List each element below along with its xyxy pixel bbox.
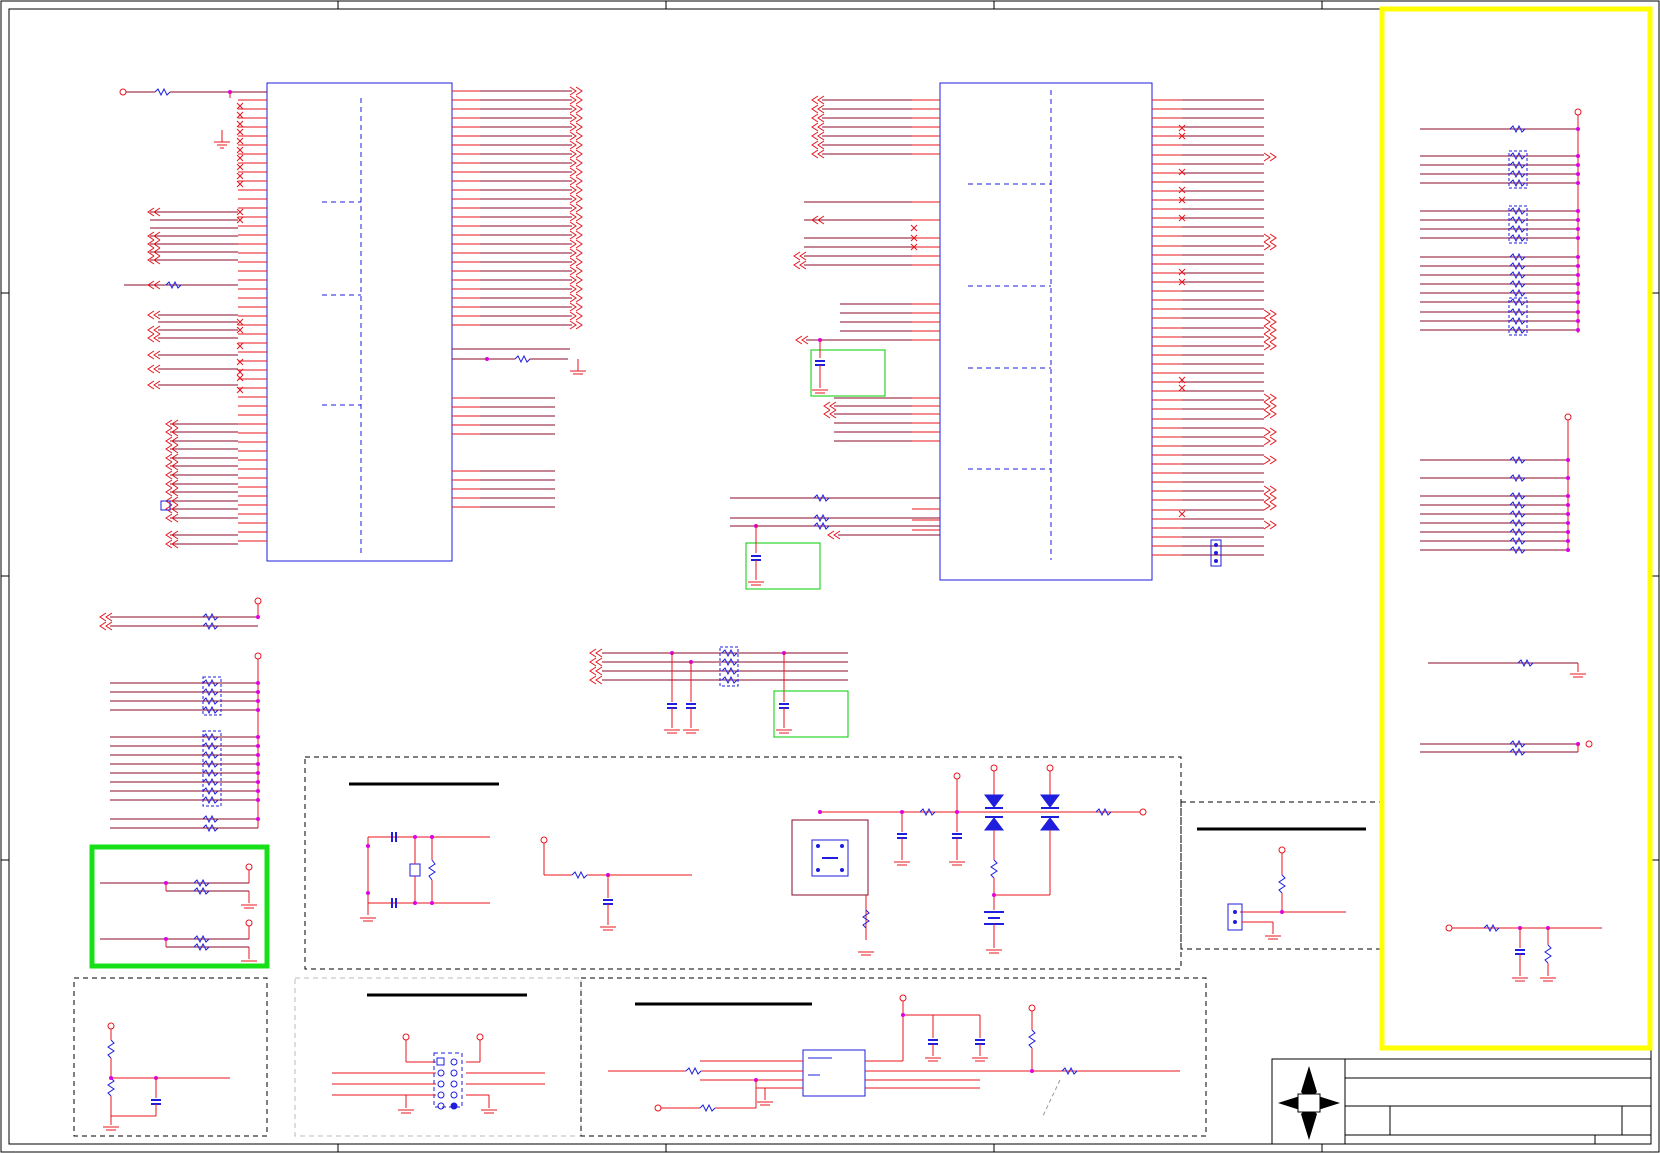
schematic-sheet (0, 0, 1660, 1153)
